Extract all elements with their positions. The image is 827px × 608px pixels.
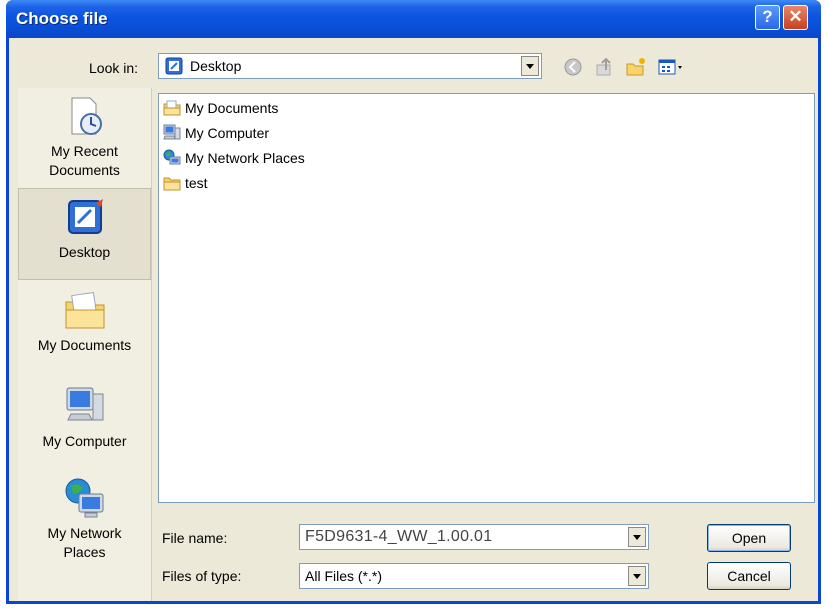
my-computer-icon bbox=[163, 124, 181, 140]
place-my-recent-documents[interactable]: My Recent Documents bbox=[18, 94, 151, 186]
file-item-label: My Network Places bbox=[185, 150, 305, 166]
place-label-line1: My Computer bbox=[42, 433, 127, 449]
back-icon[interactable] bbox=[562, 56, 584, 78]
close-button[interactable]: ✕ bbox=[783, 5, 808, 30]
desktop-icon bbox=[165, 57, 183, 75]
places-bar: My Recent Documents Desktop My Documents… bbox=[18, 88, 152, 601]
my-computer-icon bbox=[66, 387, 103, 421]
list-item[interactable]: My Documents bbox=[163, 97, 323, 119]
view-menu-icon[interactable] bbox=[657, 56, 685, 78]
place-label-line1: Desktop bbox=[58, 244, 111, 260]
network-places-icon bbox=[163, 149, 181, 165]
dialog-client-area: Look in: Desktop My Recent Documents Des… bbox=[9, 38, 818, 601]
folder-icon bbox=[163, 177, 181, 191]
place-my-network-places[interactable]: My Network Places bbox=[18, 476, 151, 576]
cancel-button[interactable]: Cancel bbox=[707, 562, 791, 590]
file-list[interactable]: My Documents My Computer My Network Plac… bbox=[158, 93, 815, 503]
file-name-input[interactable]: F5D9631-4_WW_1.00.01 bbox=[299, 524, 649, 550]
up-folder-icon[interactable] bbox=[594, 56, 616, 78]
place-label-line2: Places bbox=[63, 544, 106, 560]
list-item[interactable]: My Computer bbox=[163, 122, 323, 144]
choose-file-dialog: Choose file ? ✕ Look in: Desktop My Rece… bbox=[6, 0, 821, 604]
chevron-down-icon[interactable] bbox=[628, 566, 646, 586]
place-label-line1: My Recent bbox=[51, 143, 118, 159]
list-item[interactable]: test bbox=[163, 172, 243, 194]
place-label-line2: Documents bbox=[49, 162, 120, 178]
look-in-value: Desktop bbox=[190, 58, 242, 74]
chevron-down-icon[interactable] bbox=[628, 527, 646, 547]
help-button[interactable]: ? bbox=[755, 5, 780, 30]
file-name-label: File name: bbox=[162, 530, 228, 546]
file-item-label: My Computer bbox=[185, 125, 270, 141]
my-documents-icon bbox=[65, 292, 104, 329]
files-of-type-dropdown[interactable]: All Files (*.*) bbox=[299, 563, 649, 589]
file-name-value: F5D9631-4_WW_1.00.01 bbox=[305, 528, 493, 545]
list-item[interactable]: My Network Places bbox=[163, 147, 343, 169]
dialog-title: Choose file bbox=[16, 9, 108, 28]
place-my-documents[interactable]: My Documents bbox=[18, 288, 151, 378]
recent-documents-icon bbox=[71, 97, 102, 135]
files-of-type-label: Files of type: bbox=[162, 568, 242, 584]
look-in-label: Look in: bbox=[89, 60, 139, 76]
place-desktop[interactable]: Desktop bbox=[18, 188, 151, 280]
chevron-down-icon[interactable] bbox=[521, 56, 539, 76]
place-label-line1: My Documents bbox=[37, 337, 132, 353]
place-my-computer[interactable]: My Computer bbox=[18, 384, 151, 474]
file-item-label: test bbox=[185, 175, 208, 191]
place-label-line1: My Network bbox=[47, 525, 122, 541]
open-button[interactable]: Open bbox=[707, 524, 791, 552]
look-in-dropdown[interactable]: Desktop bbox=[158, 53, 542, 79]
desktop-icon bbox=[67, 199, 103, 234]
files-of-type-value: All Files (*.*) bbox=[305, 568, 383, 584]
network-places-icon bbox=[65, 478, 103, 518]
my-documents-icon bbox=[163, 100, 181, 116]
new-folder-icon[interactable] bbox=[625, 56, 647, 78]
title-bar[interactable]: Choose file ? ✕ bbox=[6, 0, 821, 38]
file-item-label: My Documents bbox=[185, 100, 279, 116]
